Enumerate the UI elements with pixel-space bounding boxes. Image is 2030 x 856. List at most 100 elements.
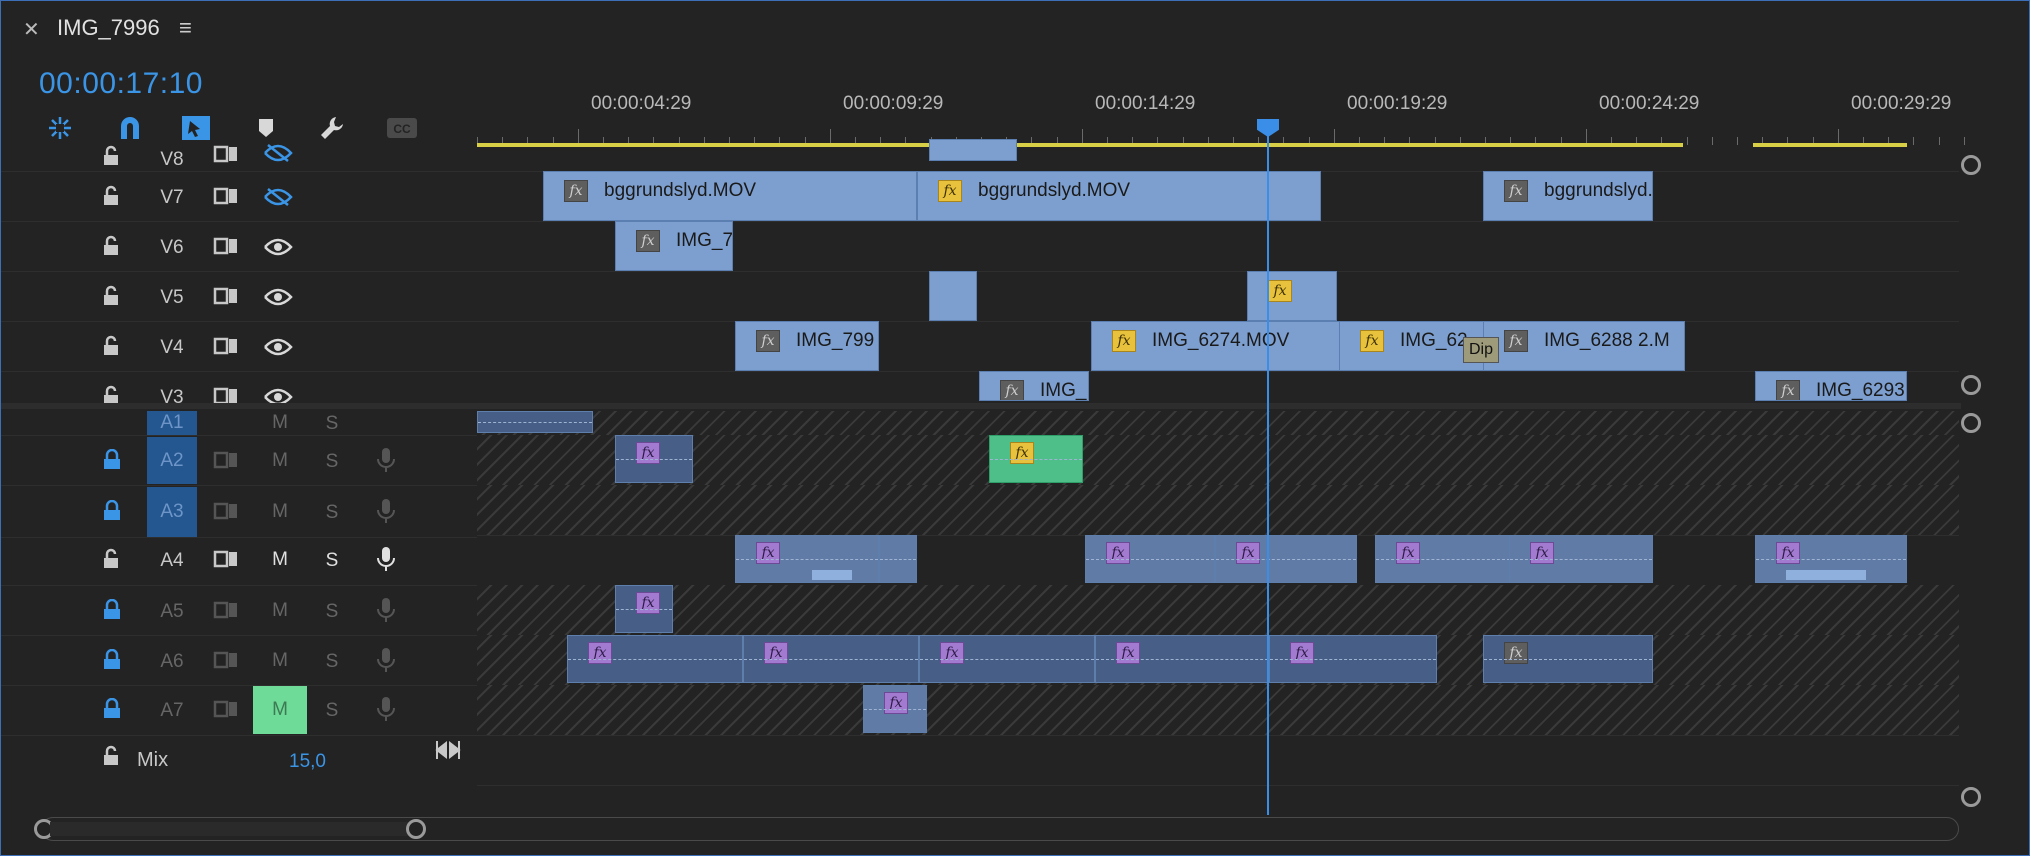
lane-a6[interactable]: fx fx fx fx fx fx [477, 635, 1959, 686]
fx-badge[interactable]: fx [1290, 642, 1314, 664]
audio-clip[interactable]: fx [615, 435, 693, 483]
sequence-tab-title[interactable]: IMG_7996 [57, 15, 160, 41]
audio-clip[interactable] [879, 535, 917, 583]
audio-clip[interactable]: fx [1215, 535, 1357, 583]
lane-mix[interactable] [477, 735, 1959, 786]
lane-v3[interactable]: fx IMG_ fx IMG_6293 [477, 371, 1959, 404]
unlock-icon[interactable] [101, 185, 123, 207]
mute-button[interactable]: M [253, 686, 307, 734]
video-clip[interactable]: fx IMG_7 [615, 221, 733, 271]
marker-icon[interactable] [249, 111, 283, 145]
sync-lock-icon[interactable] [213, 143, 239, 165]
solo-button[interactable]: S [319, 651, 345, 673]
mute-button[interactable]: M [253, 536, 307, 584]
unlock-icon[interactable] [101, 285, 123, 307]
audio-clip[interactable]: fx [1509, 535, 1653, 583]
fx-badge[interactable]: fx [756, 330, 780, 352]
track-name[interactable]: A4 [147, 550, 197, 572]
solo-button[interactable]: S [319, 413, 345, 435]
lane-v5[interactable]: fx [477, 271, 1959, 322]
fx-badge[interactable]: fx [1106, 542, 1130, 564]
fx-badge[interactable]: fx [636, 592, 660, 614]
video-clip[interactable]: fx IMG_ [979, 371, 1089, 401]
audio-clip[interactable]: fx [1755, 535, 1907, 583]
voiceover-mic-icon[interactable] [375, 597, 397, 623]
video-clip[interactable] [929, 139, 1017, 161]
sync-lock-icon[interactable] [213, 649, 239, 671]
video-vertical-scrollbar[interactable] [1959, 147, 1985, 407]
eye-icon[interactable] [263, 287, 293, 307]
mute-button[interactable]: M [253, 488, 307, 536]
fx-badge[interactable]: fx [564, 180, 588, 202]
track-name[interactable]: A7 [147, 700, 197, 722]
fx-badge[interactable]: fx [1010, 442, 1034, 464]
solo-button[interactable]: S [319, 451, 345, 473]
mute-button[interactable]: M [253, 437, 307, 485]
track-name[interactable]: A2 [147, 437, 197, 484]
lock-icon[interactable] [101, 500, 123, 522]
mute-button[interactable]: M [253, 637, 307, 685]
fx-badge[interactable]: fx [1268, 280, 1292, 302]
mix-collapse-icon[interactable] [435, 739, 461, 761]
lane-v4[interactable]: fx IMG_799 fx IMG_6274.MOV fx IMG_62 fx … [477, 321, 1959, 372]
eye-hidden-icon[interactable] [263, 143, 293, 163]
lane-v8[interactable] [477, 139, 1959, 172]
fx-badge[interactable]: fx [884, 692, 908, 714]
track-name[interactable]: A1 [147, 411, 197, 435]
unlock-icon[interactable] [101, 745, 123, 767]
fx-badge[interactable]: fx [1000, 380, 1024, 400]
sync-lock-icon[interactable] [213, 185, 239, 207]
lane-a7[interactable]: fx [477, 685, 1959, 736]
audio-clip[interactable]: fx [615, 585, 673, 633]
video-clip[interactable]: fx IMG_799 [735, 321, 879, 371]
dip-transition[interactable]: Dip [1463, 337, 1499, 363]
lock-icon[interactable] [101, 599, 123, 621]
video-clip[interactable]: fx IMG_6274.MOV [1091, 321, 1341, 371]
solo-button[interactable]: S [319, 550, 345, 572]
captions-icon[interactable]: CC [385, 111, 419, 145]
fx-badge[interactable]: fx [1236, 542, 1260, 564]
audio-clip[interactable]: fx [1085, 535, 1215, 583]
sync-lock-icon[interactable] [213, 285, 239, 307]
audio-clip[interactable]: fx [567, 635, 743, 683]
eye-icon[interactable] [263, 337, 293, 357]
fx-badge[interactable]: fx [764, 642, 788, 664]
track-name[interactable]: V6 [147, 237, 197, 259]
fx-badge[interactable]: fx [636, 230, 660, 252]
time-ruler[interactable]: 00:00:04:29 00:00:09:29 00:00:14:29 00:0… [477, 87, 1965, 147]
linked-selection-icon[interactable] [179, 111, 213, 145]
video-clip[interactable]: fx bggrundslyd.MOV [917, 171, 1321, 221]
lane-v6[interactable]: fx IMG_7 [477, 221, 1959, 272]
audio-clip[interactable]: fx [989, 435, 1083, 483]
playhead-line[interactable] [1267, 123, 1269, 815]
eye-icon[interactable] [263, 237, 293, 257]
video-clip[interactable] [929, 271, 977, 321]
video-clip[interactable]: fx IMG_6293 [1755, 371, 1907, 401]
voiceover-mic-icon[interactable] [375, 696, 397, 722]
audio-clip[interactable]: fx [743, 635, 919, 683]
fx-badge[interactable]: fx [1396, 542, 1420, 564]
voiceover-mic-icon[interactable] [375, 647, 397, 673]
audio-clip[interactable] [477, 411, 593, 433]
audio-clip[interactable]: fx [1095, 635, 1289, 683]
sync-lock-icon[interactable] [213, 599, 239, 621]
sync-lock-icon[interactable] [213, 449, 239, 471]
audio-vertical-scrollbar[interactable] [1959, 411, 1985, 811]
audio-clip[interactable]: fx [863, 685, 927, 733]
video-clip[interactable]: fx [1247, 271, 1337, 321]
ripple-icon[interactable] [43, 111, 77, 145]
video-clip[interactable]: fx bggrundslyd. [1483, 171, 1653, 221]
audio-clip[interactable]: fx [1375, 535, 1511, 583]
audio-clip[interactable]: fx [1483, 635, 1653, 683]
snap-magnet-icon[interactable] [113, 111, 147, 145]
lane-v7[interactable]: fx bggrundslyd.MOV fx bggrundslyd.MOV fx… [477, 171, 1959, 222]
horizontal-zoom-scrollbar[interactable] [34, 817, 1959, 841]
playhead-timecode[interactable]: 00:00:17:10 [39, 67, 203, 101]
lane-a1[interactable] [477, 411, 1959, 436]
fx-badge[interactable]: fx [938, 180, 962, 202]
fx-badge[interactable]: fx [1504, 180, 1528, 202]
close-tab-button[interactable]: ✕ [23, 17, 40, 42]
voiceover-mic-icon[interactable] [375, 447, 397, 473]
fx-badge[interactable]: fx [1116, 642, 1140, 664]
fx-badge[interactable]: fx [1112, 330, 1136, 352]
